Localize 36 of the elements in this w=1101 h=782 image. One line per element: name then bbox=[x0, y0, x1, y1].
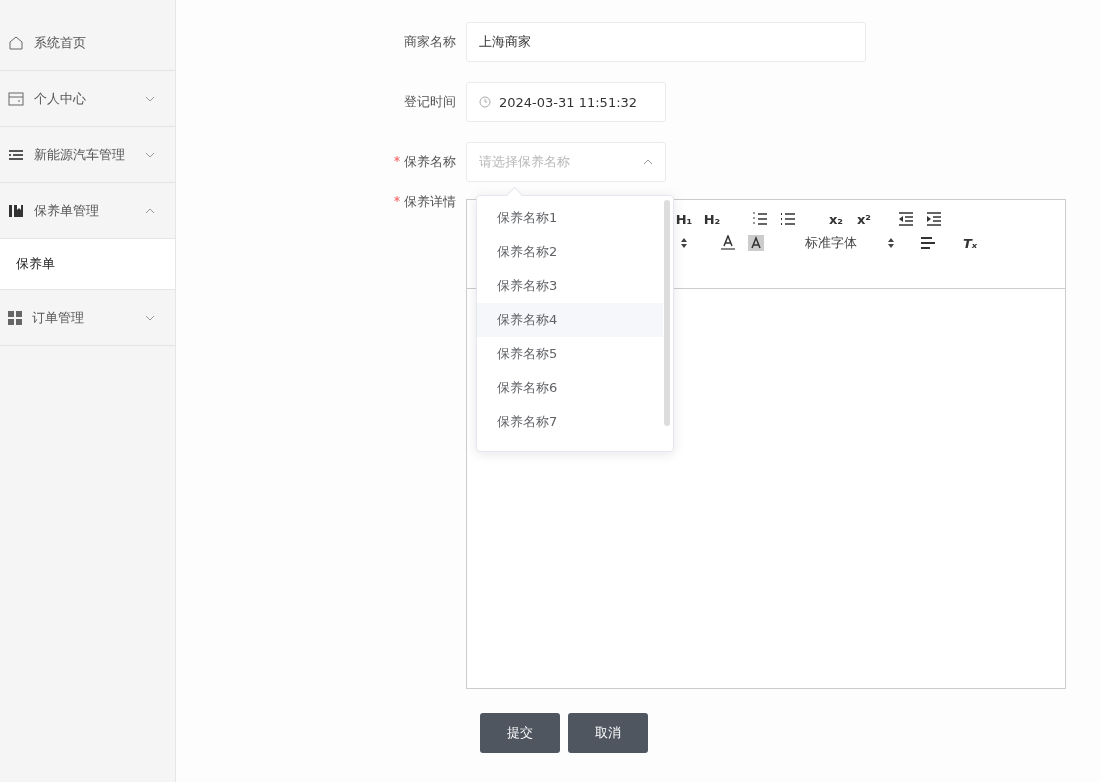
chevron-icon bbox=[145, 151, 155, 158]
form-button[interactable]: 提交 bbox=[480, 713, 560, 753]
stepper-icon bbox=[887, 237, 895, 249]
heading-button[interactable]: H₁ bbox=[675, 210, 693, 228]
background-color-icon[interactable] bbox=[747, 234, 765, 252]
dropdown-option[interactable]: 保养名称4 bbox=[477, 303, 663, 337]
font-select[interactable]: 标准字体 bbox=[805, 234, 895, 252]
grid-icon bbox=[8, 310, 22, 325]
chevron-icon bbox=[643, 159, 653, 165]
clock-icon bbox=[479, 96, 491, 108]
script-button[interactable]: x₂ bbox=[827, 210, 845, 228]
date-field[interactable]: 2024-03-31 11:51:32 bbox=[466, 82, 666, 122]
book-icon bbox=[8, 203, 24, 218]
script-button[interactable]: x² bbox=[855, 210, 873, 228]
field-label: 商家名称 bbox=[404, 34, 456, 49]
clear-format-button[interactable]: Tₓ bbox=[961, 234, 979, 252]
field-label: 登记时间 bbox=[404, 94, 456, 109]
bullet-list-icon[interactable] bbox=[779, 210, 797, 228]
chevron-icon bbox=[145, 207, 155, 214]
align-left-icon[interactable] bbox=[919, 234, 937, 252]
chevron-icon bbox=[145, 314, 155, 321]
heading-button[interactable]: H₂ bbox=[703, 210, 721, 228]
outdent-icon[interactable] bbox=[897, 210, 915, 228]
field-label: 保养详情 bbox=[404, 194, 456, 209]
wallet-icon bbox=[8, 91, 24, 106]
list-icon bbox=[8, 148, 24, 161]
home-icon bbox=[8, 34, 24, 51]
form-button[interactable]: 取消 bbox=[568, 713, 648, 753]
field-label: 保养名称 bbox=[404, 154, 456, 169]
text-field[interactable]: 上海商家 bbox=[466, 22, 866, 62]
submenu-item[interactable]: 保养单 bbox=[0, 239, 175, 290]
chevron-icon bbox=[145, 95, 155, 102]
font-color-icon[interactable] bbox=[719, 234, 737, 252]
scrollbar[interactable] bbox=[664, 200, 670, 426]
indent-icon[interactable] bbox=[925, 210, 943, 228]
ordered-list-icon[interactable] bbox=[751, 210, 769, 228]
